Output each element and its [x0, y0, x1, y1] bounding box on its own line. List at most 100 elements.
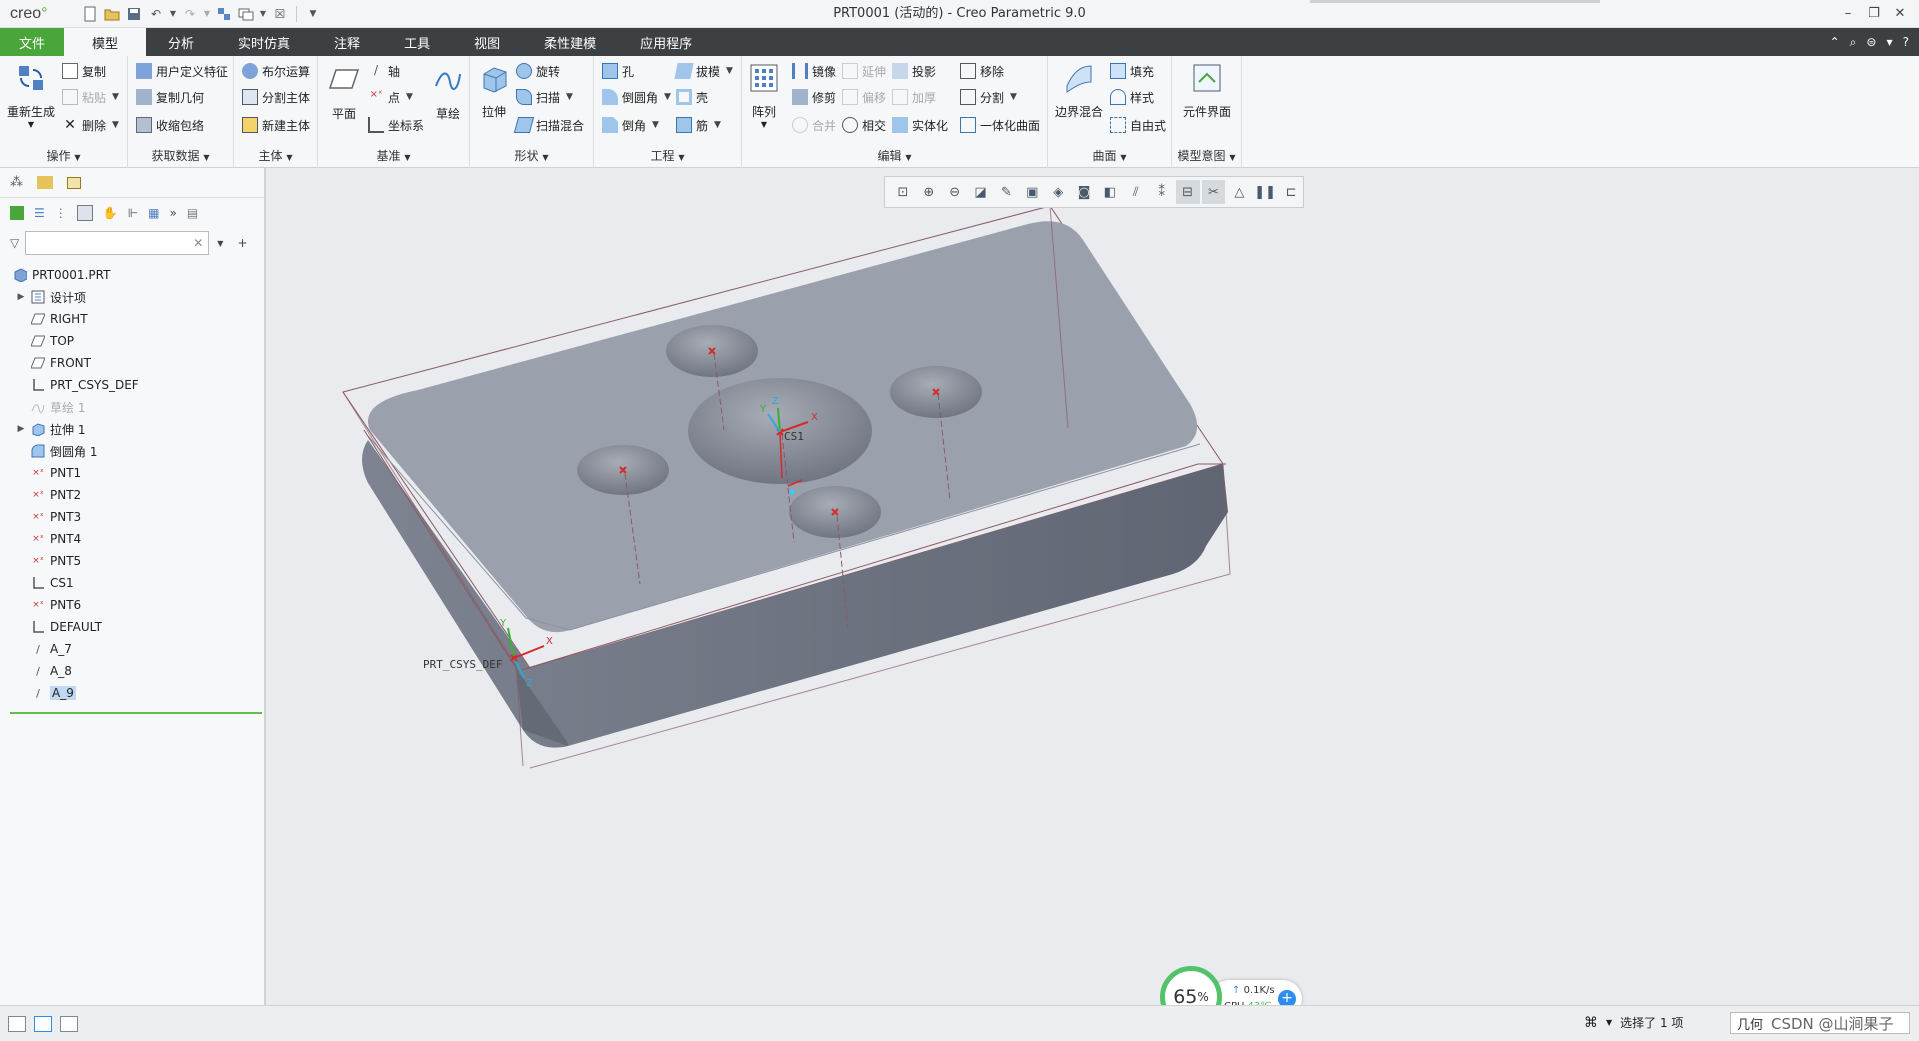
- tree-item-design-items[interactable]: ▶ 设计项: [0, 286, 264, 308]
- tree-item-right[interactable]: RIGHT: [0, 308, 264, 330]
- new-body-button[interactable]: 新建主体: [242, 114, 310, 136]
- undo-icon[interactable]: ↶: [146, 4, 166, 24]
- rib-button[interactable]: 筋 ▼: [676, 114, 721, 136]
- boundary-blend-button[interactable]: 边界混合: [1052, 62, 1106, 120]
- pattern-button[interactable]: 阵列 ▼: [746, 62, 782, 129]
- chamfer-button[interactable]: 倒角 ▼: [602, 114, 659, 136]
- copy-button[interactable]: 复制: [62, 60, 106, 82]
- tree-item-part[interactable]: PRT0001.PRT: [0, 264, 264, 286]
- folder-browser-tab-icon[interactable]: [37, 176, 53, 189]
- boolean-button[interactable]: 布尔运算: [242, 60, 310, 82]
- tab-flexible-modeling[interactable]: 柔性建模: [522, 28, 618, 56]
- model-tree-tab-icon[interactable]: ⁂: [10, 175, 23, 190]
- redo-icon[interactable]: ↷: [180, 4, 200, 24]
- windows-icon[interactable]: [236, 4, 256, 24]
- swept-blend-button[interactable]: 扫描混合: [513, 114, 584, 136]
- notes-icon[interactable]: ▤: [187, 206, 198, 220]
- search-dropdown-icon[interactable]: ▼: [217, 239, 223, 248]
- tree-item-pnt3[interactable]: ×ˣ PNT3: [0, 506, 264, 528]
- tree-item-pnt6[interactable]: ×ˣ PNT6: [0, 594, 264, 616]
- tab-annotate[interactable]: 注释: [312, 28, 382, 56]
- group-model-intent-label[interactable]: 模型意图 ▼: [1172, 147, 1241, 164]
- group-get-data-label[interactable]: 获取数据 ▼: [128, 147, 233, 164]
- more-icon[interactable]: »: [170, 206, 177, 220]
- zoom-in-icon[interactable]: ⊕: [917, 180, 941, 204]
- sweep-button[interactable]: 扫描 ▼: [516, 86, 573, 108]
- hole-button[interactable]: 孔: [602, 60, 634, 82]
- find-icon[interactable]: ⌘: [1584, 1015, 1598, 1031]
- mirror-button[interactable]: 镜像: [792, 60, 836, 82]
- group-surfaces-label[interactable]: 曲面 ▼: [1048, 147, 1171, 164]
- delete-button[interactable]: ✕ 删除 ▼: [62, 114, 119, 136]
- options-dropdown-icon[interactable]: ▼: [1886, 38, 1892, 47]
- show-navigator-icon[interactable]: [8, 1016, 26, 1032]
- show-browser-icon[interactable]: [34, 1016, 52, 1032]
- tree-item-a8[interactable]: / A_8: [0, 660, 264, 682]
- intersect-button[interactable]: 相交: [842, 114, 886, 136]
- help-icon[interactable]: ?: [1903, 35, 1909, 49]
- close-window-icon[interactable]: ☒: [270, 4, 290, 24]
- group-operations-label[interactable]: 操作 ▼: [0, 147, 127, 164]
- restore-icon[interactable]: ❐: [1861, 0, 1887, 28]
- tree-settings-icon[interactable]: ▦: [148, 206, 159, 220]
- split-button[interactable]: 分割 ▼: [960, 86, 1017, 108]
- favorites-tab-icon[interactable]: [67, 176, 81, 189]
- columns-icon[interactable]: [76, 205, 93, 221]
- graphics-viewport[interactable]: CS1 X Y Z PRT_CSYS_DEF X Y Z: [268, 168, 1919, 1005]
- revolve-button[interactable]: 旋转: [516, 60, 560, 82]
- tree-item-extrude-1[interactable]: ▶ 拉伸 1: [0, 418, 264, 440]
- tree-item-pnt1[interactable]: ×ˣ PNT1: [0, 462, 264, 484]
- regenerate-icon[interactable]: [214, 4, 234, 24]
- group-datum-label[interactable]: 基准 ▼: [318, 147, 469, 164]
- component-interface-button[interactable]: 元件界面: [1176, 62, 1238, 120]
- plane-button[interactable]: 平面: [324, 64, 364, 122]
- part-model[interactable]: CS1 X Y Z PRT_CSYS_DEF X Y Z: [268, 168, 1919, 1005]
- trim-button[interactable]: 修剪: [792, 86, 836, 108]
- windows-dropdown-icon[interactable]: ▼: [258, 4, 268, 24]
- collapse-ribbon-icon[interactable]: ⌃: [1830, 35, 1840, 49]
- shell-button[interactable]: 壳: [676, 86, 708, 108]
- pause-icon[interactable]: ❚❚: [1253, 180, 1277, 204]
- tree-item-cs1[interactable]: CS1: [0, 572, 264, 594]
- tab-tools[interactable]: 工具: [382, 28, 452, 56]
- find-dropdown-icon[interactable]: ▼: [1606, 1018, 1612, 1027]
- minimize-icon[interactable]: –: [1835, 0, 1861, 28]
- group-shapes-label[interactable]: 形状 ▼: [470, 147, 593, 164]
- list-view-icon[interactable]: ☰: [34, 206, 45, 220]
- group-editing-label[interactable]: 编辑 ▼: [742, 147, 1047, 164]
- style-button[interactable]: 样式: [1110, 86, 1154, 108]
- fill-button[interactable]: 填充: [1110, 60, 1154, 82]
- highlight-icon[interactable]: ✋: [103, 206, 118, 220]
- tree-item-prt-csys-def[interactable]: PRT_CSYS_DEF: [0, 374, 264, 396]
- tab-analysis[interactable]: 分析: [146, 28, 216, 56]
- tree-search-input[interactable]: [25, 231, 210, 255]
- insert-indicator[interactable]: [10, 712, 262, 714]
- zoom-out-icon[interactable]: ⊖: [943, 180, 967, 204]
- solidify-button[interactable]: 实体化: [892, 114, 948, 136]
- round-button[interactable]: 倒圆角 ▼: [602, 86, 671, 108]
- paste-button[interactable]: 粘贴 ▼: [62, 86, 119, 108]
- datum-display-icon[interactable]: ⁑: [1150, 180, 1174, 204]
- annotations-icon[interactable]: ⊏: [1279, 180, 1303, 204]
- undo-dropdown-icon[interactable]: ▼: [168, 4, 178, 24]
- open-folder-icon[interactable]: [102, 4, 122, 24]
- community-icon[interactable]: ⊜: [1866, 35, 1876, 49]
- extend-button[interactable]: 延伸: [842, 60, 886, 82]
- expand-icon[interactable]: ▶: [14, 424, 28, 434]
- remove-button[interactable]: 移除: [960, 60, 1004, 82]
- tree-item-a7[interactable]: / A_7: [0, 638, 264, 660]
- full-screen-icon[interactable]: [60, 1016, 78, 1032]
- thicken-button[interactable]: 加厚: [892, 86, 936, 108]
- perspective-icon[interactable]: ◙: [1072, 180, 1096, 204]
- tree-item-front[interactable]: FRONT: [0, 352, 264, 374]
- display-style-icon[interactable]: ◧: [1098, 180, 1122, 204]
- tree-item-pnt4[interactable]: ×ˣ PNT4: [0, 528, 264, 550]
- search-icon[interactable]: ⌕: [1850, 35, 1857, 50]
- close-icon[interactable]: ✕: [1887, 0, 1913, 28]
- project-button[interactable]: 投影: [892, 60, 936, 82]
- part-icon[interactable]: [10, 206, 24, 220]
- point-button[interactable]: ×ˣ 点 ▼: [368, 86, 413, 108]
- tree-item-default[interactable]: DEFAULT: [0, 616, 264, 638]
- tab-view[interactable]: 视图: [452, 28, 522, 56]
- extrude-button[interactable]: 拉伸: [474, 62, 514, 120]
